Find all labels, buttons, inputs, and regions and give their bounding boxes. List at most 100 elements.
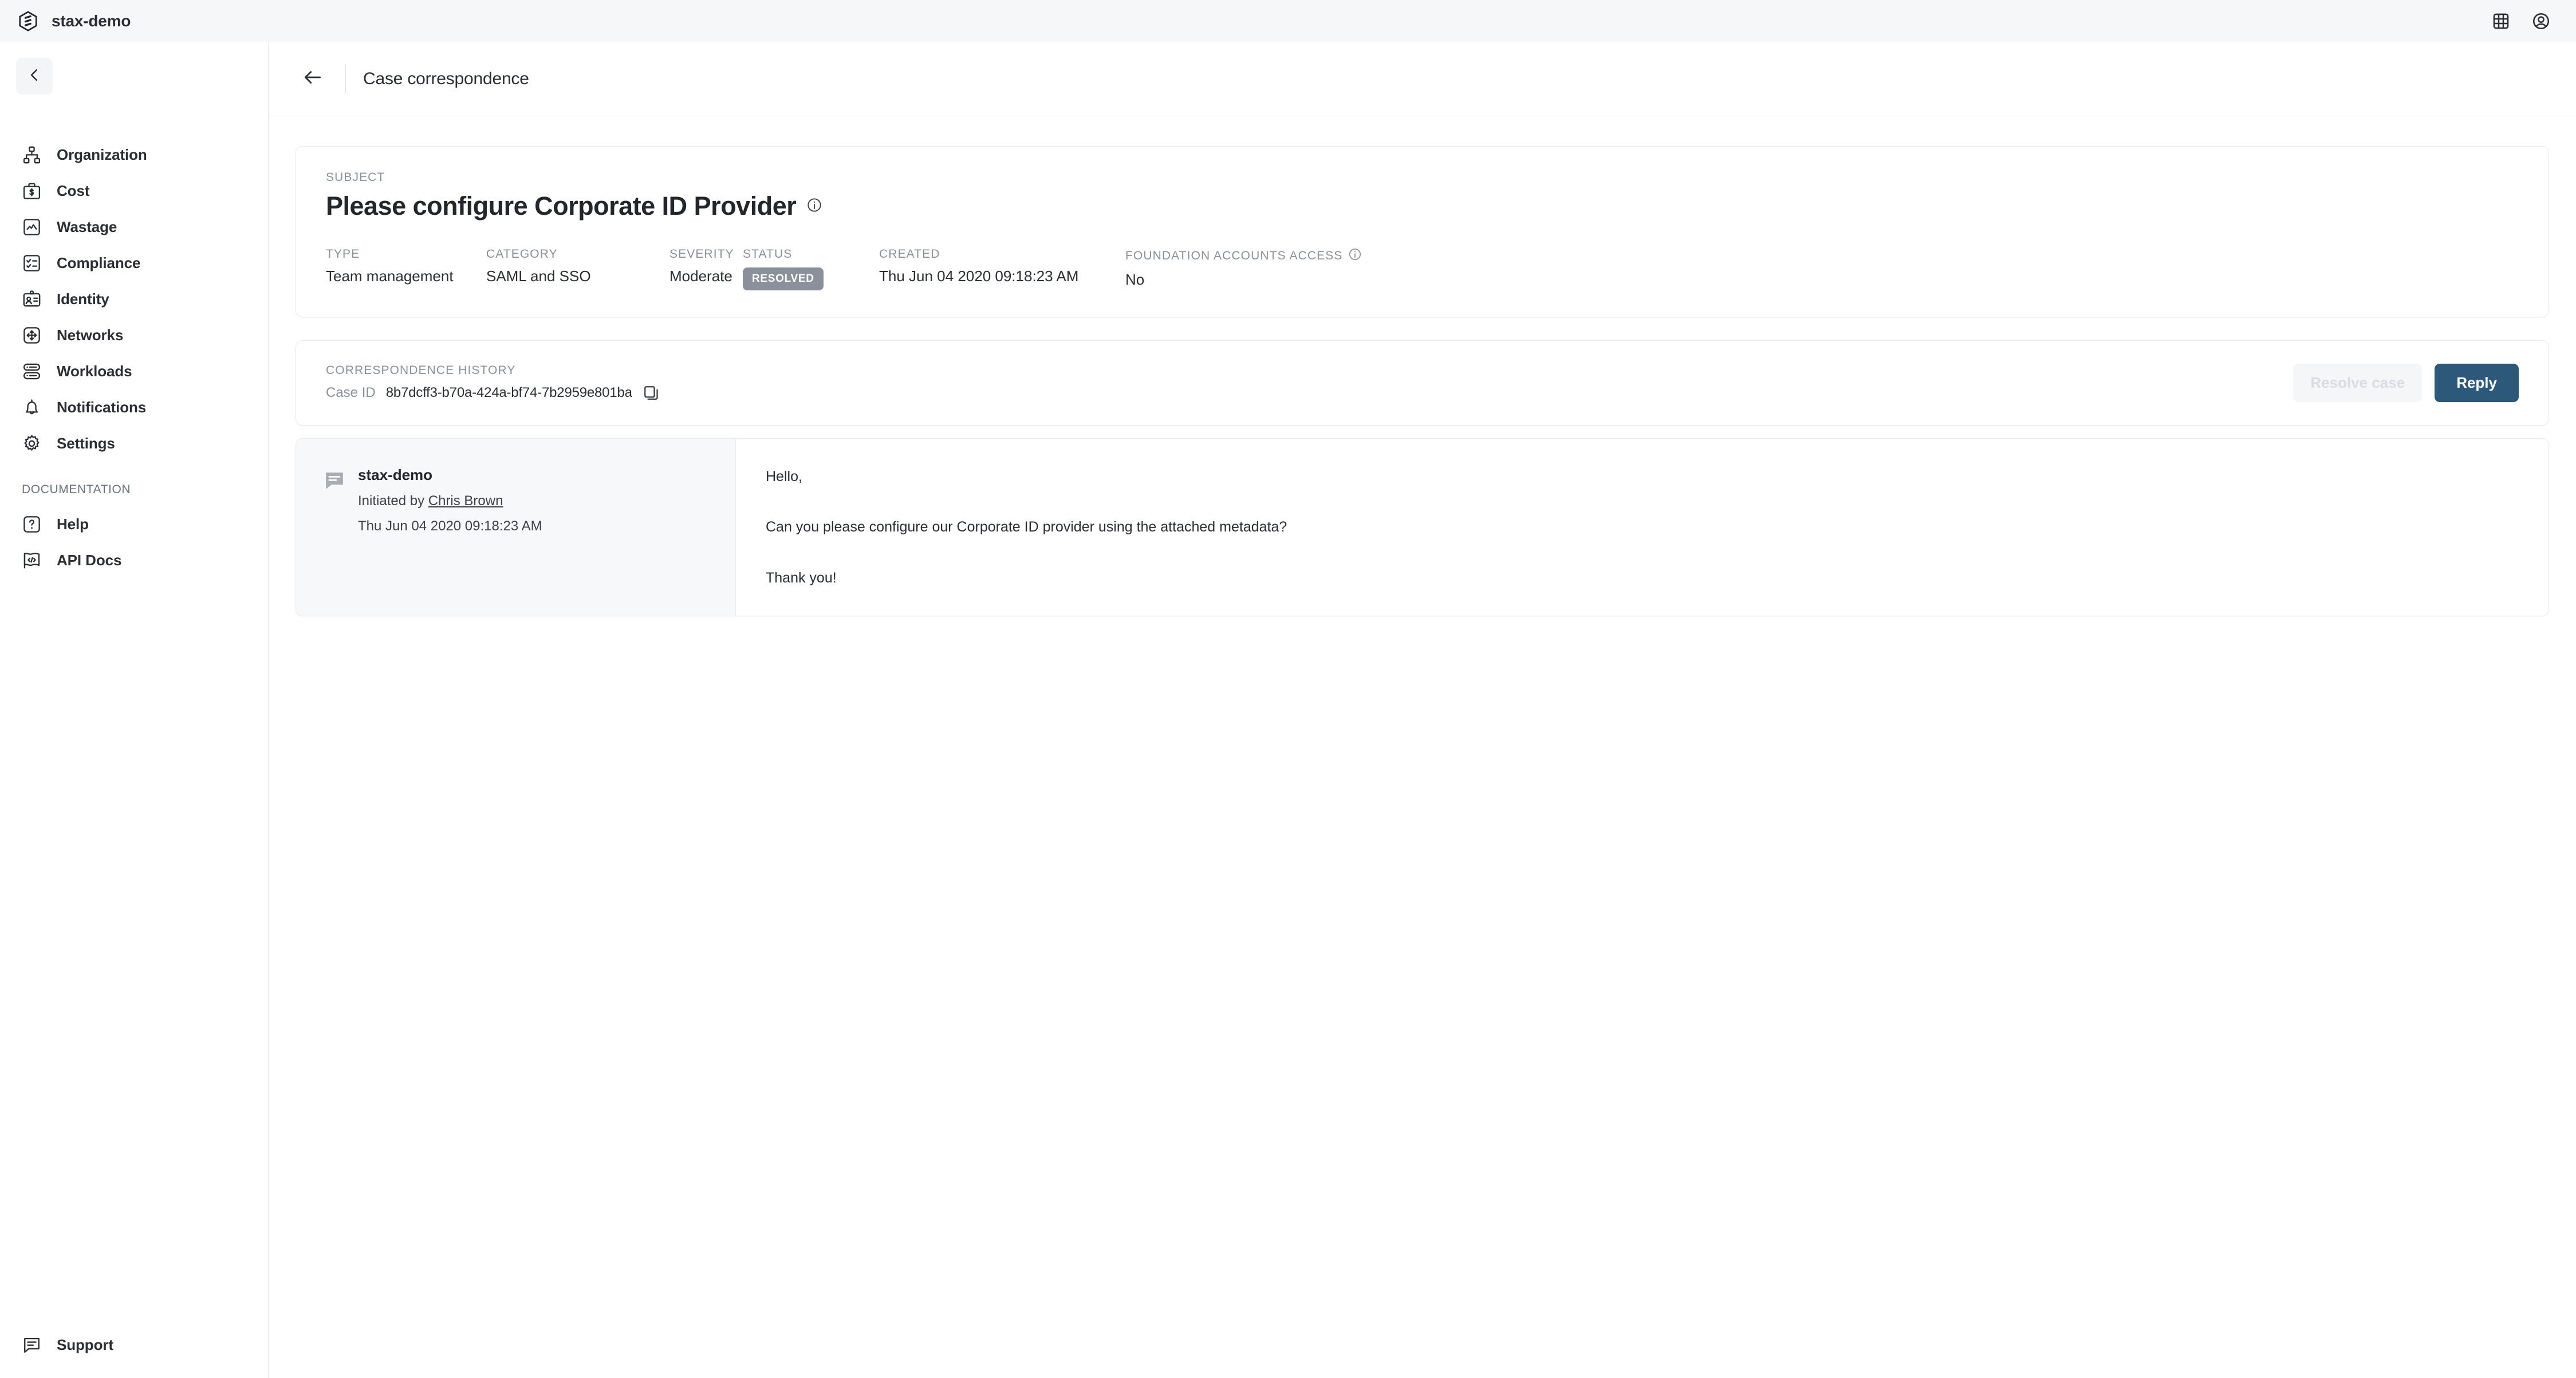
sidebar-item-label: Help — [57, 515, 89, 533]
collapse-sidebar-button[interactable] — [16, 58, 53, 95]
message-author: stax-demo — [358, 466, 433, 483]
chart-box-icon — [22, 217, 42, 237]
briefcase-dollar-icon — [22, 181, 42, 201]
meta-field-type: TYPE Team management — [326, 247, 486, 285]
meta-label: SEVERITY — [669, 247, 734, 261]
initiated-prefix: Initiated by — [358, 493, 428, 509]
meta-label: STATUS — [743, 247, 793, 261]
sidebar-item-label: Organization — [57, 146, 147, 163]
sidebar-footer: Support — [0, 1327, 268, 1363]
header-divider — [345, 64, 346, 93]
meta-value: Moderate — [669, 267, 732, 285]
page-title: Case correspondence — [363, 69, 529, 88]
meta-label: FOUNDATION ACCOUNTS ACCESS — [1125, 247, 1362, 265]
account-circle-icon[interactable] — [2531, 11, 2551, 31]
avatar-speech-bubble-icon — [324, 470, 345, 491]
brand-name: stax-demo — [52, 11, 131, 30]
sidebar-item-identity[interactable]: Identity — [0, 281, 268, 317]
sidebar-item-label: Notifications — [57, 399, 147, 416]
sidebar-item-label: Networks — [57, 326, 124, 344]
org-chart-icon — [22, 145, 42, 165]
meta-label: TYPE — [326, 247, 360, 261]
sidebar-item-wastage[interactable]: Wastage — [0, 209, 268, 245]
sidebar-item-help[interactable]: Help — [0, 506, 268, 542]
subject-label: SUBJECT — [326, 171, 385, 184]
meta-field-category: CATEGORY SAML and SSO — [486, 247, 669, 285]
case-id-value: 8b7dcff3-b70a-424a-bf74-7b2959e801ba — [385, 385, 632, 400]
case-summary-card: SUBJECT Please configure Corporate ID Pr… — [296, 146, 2549, 317]
sidebar-item-workloads[interactable]: Workloads — [0, 353, 268, 389]
message-body: Hello, Can you please configure our Corp… — [736, 439, 2549, 616]
case-meta-row: TYPE Team management CATEGORY SAML and S… — [326, 247, 2519, 290]
sidebar-item-label: Compliance — [57, 254, 141, 271]
correspondence-history-label: CORRESPONDENCE HISTORY — [326, 364, 516, 377]
copy-icon[interactable] — [643, 384, 660, 401]
back-button[interactable] — [297, 64, 328, 95]
status-badge: RESOLVED — [743, 267, 824, 290]
reply-button[interactable]: Reply — [2435, 364, 2519, 402]
correspondence-history-card: CORRESPONDENCE HISTORY Case ID 8b7dcff3-… — [296, 340, 2549, 426]
message-initiated-by: Initiated by Chris Brown — [358, 493, 542, 509]
sidebar-nav: Organization Cost Wastage Compliance Ide… — [0, 137, 268, 578]
meta-field-foundation-accounts-access: FOUNDATION ACCOUNTS ACCESS No — [1125, 247, 1362, 289]
gear-icon — [22, 434, 42, 454]
meta-value: Team management — [326, 267, 454, 285]
sidebar-item-cost[interactable]: Cost — [0, 173, 268, 209]
top-bar-actions — [2491, 11, 2576, 31]
sidebar-item-label: Cost — [57, 182, 90, 199]
subject-row: Please configure Corporate ID Provider — [326, 191, 2519, 221]
case-id-row: Case ID 8b7dcff3-b70a-424a-bf74-7b2959e8… — [326, 384, 660, 401]
case-subject: Please configure Corporate ID Provider — [326, 191, 797, 221]
message-paragraph: Hello, — [766, 468, 802, 485]
speech-bubble-icon — [22, 1335, 42, 1355]
message-meta-text: stax-demo Initiated by Chris Brown Thu J… — [358, 466, 542, 534]
sidebar-item-settings[interactable]: Settings — [0, 426, 268, 462]
message-paragraph: Thank you! — [766, 569, 837, 586]
page-header: Case correspondence — [269, 42, 2576, 116]
sidebar-item-compliance[interactable]: Compliance — [0, 245, 268, 281]
sidebar-section-documentation: DOCUMENTATION — [22, 483, 131, 496]
checklist-icon — [22, 253, 42, 273]
message-paragraph: Can you please configure our Corporate I… — [766, 519, 1287, 536]
meta-value: Thu Jun 04 2020 09:18:23 AM — [879, 267, 1079, 285]
meta-field-created: CREATED Thu Jun 04 2020 09:18:23 AM — [879, 247, 1125, 285]
sidebar-item-label: API Docs — [57, 552, 122, 569]
meta-field-status: STATUS RESOLVED — [743, 247, 879, 290]
stax-logo-icon — [17, 10, 39, 32]
code-flag-icon — [22, 550, 42, 570]
sidebar-item-label: Support — [57, 1336, 113, 1353]
message-card: stax-demo Initiated by Chris Brown Thu J… — [296, 438, 2549, 616]
content-area: SUBJECT Please configure Corporate ID Pr… — [269, 116, 2576, 616]
sidebar-item-label: Workloads — [57, 363, 132, 380]
bell-icon — [22, 397, 42, 418]
sidebar-item-organization[interactable]: Organization — [0, 137, 268, 173]
top-bar-brand-group: stax-demo — [0, 10, 131, 32]
sidebar-item-notifications[interactable]: Notifications — [0, 389, 268, 426]
sidebar-item-label: Wastage — [57, 218, 117, 235]
move-arrows-icon — [22, 325, 42, 345]
history-actions: Resolve case Reply — [2293, 364, 2519, 402]
initiated-by-link[interactable]: Chris Brown — [428, 493, 503, 509]
sidebar-item-api-docs[interactable]: API Docs — [0, 542, 268, 578]
info-icon[interactable] — [1348, 247, 1362, 265]
resolve-case-button[interactable]: Resolve case — [2293, 364, 2423, 402]
main-content: Case correspondence SUBJECT Please confi… — [269, 42, 2576, 1378]
id-badge-icon — [22, 289, 42, 309]
apps-grid-icon[interactable] — [2491, 11, 2511, 31]
sidebar: Organization Cost Wastage Compliance Ide… — [0, 42, 269, 1378]
sidebar-item-support[interactable]: Support — [0, 1327, 268, 1363]
sidebar-item-networks[interactable]: Networks — [0, 317, 268, 353]
meta-value: No — [1125, 271, 1145, 288]
meta-field-severity: SEVERITY Moderate — [669, 247, 743, 285]
message-date: Thu Jun 04 2020 09:18:23 AM — [358, 518, 542, 534]
server-stack-icon — [22, 361, 42, 381]
arrow-left-icon — [302, 66, 324, 91]
top-bar: stax-demo — [0, 0, 2576, 42]
meta-label: CREATED — [879, 247, 940, 261]
meta-label-text: FOUNDATION ACCOUNTS ACCESS — [1125, 249, 1343, 262]
message-meta: stax-demo Initiated by Chris Brown Thu J… — [296, 439, 736, 616]
info-icon[interactable] — [806, 197, 822, 216]
meta-value: SAML and SSO — [486, 267, 591, 285]
sidebar-item-label: Settings — [57, 435, 115, 452]
history-header-group: CORRESPONDENCE HISTORY Case ID 8b7dcff3-… — [326, 364, 660, 401]
